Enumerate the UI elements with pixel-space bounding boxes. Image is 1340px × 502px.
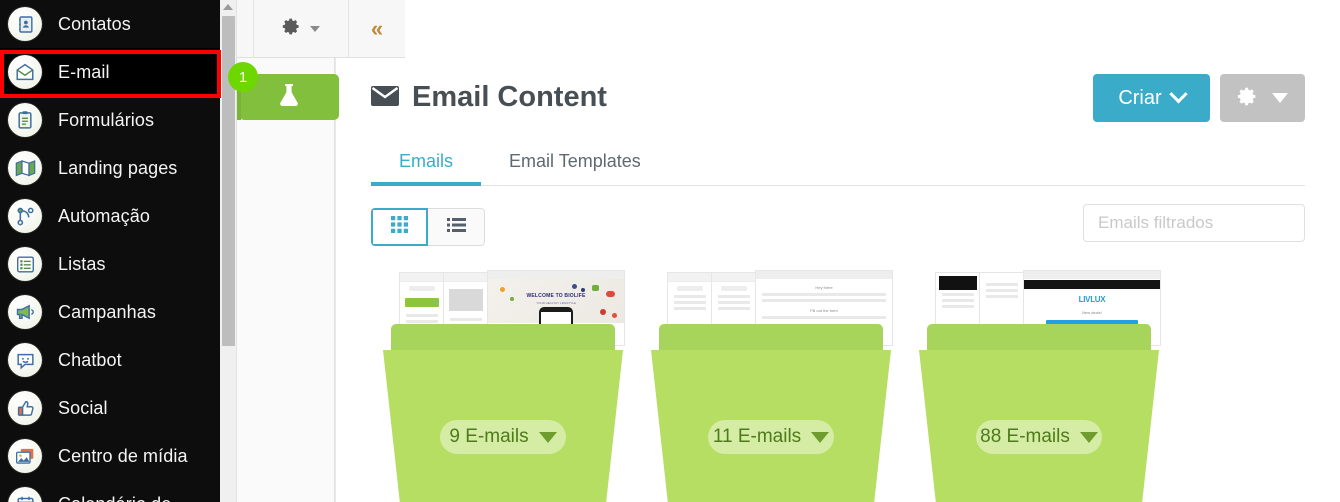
- sidebar-item-label: E-mail: [58, 61, 110, 82]
- folder-card[interactable]: Hey there Fill out the form 11 E-mails: [651, 266, 893, 502]
- email-count-badge[interactable]: 9 E-mails: [440, 420, 566, 454]
- sidebar-item-label: Automação: [58, 205, 150, 226]
- flask-icon: [278, 83, 300, 112]
- grid-view-button[interactable]: [371, 208, 428, 246]
- sidebar-item-landing-pages[interactable]: Landing pages: [0, 144, 220, 192]
- list-icon: [8, 247, 42, 281]
- toolbar-row: [371, 186, 1305, 266]
- create-button-label: Criar: [1118, 86, 1162, 109]
- sidebar-item-automacao[interactable]: Automação: [0, 192, 220, 240]
- app-root: E-mail Filtrar e-mail × GA - 03 - boas- …: [0, 0, 1340, 502]
- email-count-badge[interactable]: 88 E-mails: [976, 420, 1102, 454]
- sidebar-item-listas[interactable]: Listas: [0, 240, 220, 288]
- view-toggle-group: [371, 208, 485, 246]
- caret-down-icon: [1272, 93, 1288, 103]
- email-count-label: 9 E-mails: [449, 426, 529, 447]
- sidebar-item-label: Chatbot: [58, 349, 122, 370]
- double-chevron-left-icon: «: [370, 16, 384, 41]
- sidebar-item-social[interactable]: Social: [0, 384, 220, 432]
- thumbnail-headline: Hey there: [815, 285, 833, 290]
- main-sidebar: Contatos E-mail Formulários Landing page…: [0, 0, 220, 502]
- caret-down-icon: [1079, 431, 1098, 443]
- caret-down-icon: [310, 26, 320, 32]
- mini-settings-dropdown[interactable]: [253, 0, 348, 58]
- tab-bar: Emails Email Templates: [371, 144, 1305, 186]
- scroll-up-arrow-icon[interactable]: [223, 4, 233, 10]
- sidebar-item-label: Contatos: [58, 13, 131, 34]
- email-count-label: 11 E-mails: [712, 426, 802, 447]
- main-content: Email Content Criar Emails Email Templat…: [335, 58, 1340, 502]
- gear-icon: [1237, 86, 1258, 110]
- thumbs-up-icon: [8, 391, 42, 425]
- caret-down-icon: [811, 431, 830, 443]
- envelope-open-icon: [8, 55, 42, 89]
- folder-card[interactable]: WELCOME TO BIOLIFE YOUR HEALTHY LIFESTYL…: [383, 266, 625, 502]
- envelope-icon: [371, 81, 399, 114]
- thumbnail-subtext: Fill out the form: [810, 308, 838, 313]
- email-count-badge[interactable]: 11 E-mails: [708, 420, 834, 454]
- address-book-icon: [8, 7, 42, 41]
- list-view-button[interactable]: [428, 208, 485, 246]
- inner-left-panel: [237, 58, 339, 502]
- folder-card[interactable]: LIVLUX New deals! 88 E-mails: [919, 266, 1161, 502]
- folder-graphic: 9 E-mails: [383, 324, 623, 502]
- thumbnail-subtext: New deals!: [1082, 310, 1102, 315]
- email-count-label: 88 E-mails: [980, 426, 1070, 447]
- gear-icon: [282, 17, 301, 41]
- page-title-text: Email Content: [412, 81, 607, 113]
- thumbnail-subtext: YOUR HEALTHY LIFESTYLE: [536, 301, 576, 305]
- sidebar-item-label: Formulários: [58, 109, 155, 130]
- sidebar-item-calendario[interactable]: Calendário de: [0, 480, 220, 502]
- sidebar-item-contatos[interactable]: Contatos: [0, 0, 220, 48]
- chevron-down-icon: [1168, 84, 1188, 103]
- thumbnail-headline: WELCOME TO BIOLIFE: [526, 293, 586, 299]
- list-view-icon: [446, 217, 466, 238]
- caret-down-icon: [538, 431, 557, 443]
- thumbnail-headline: LIVLUX: [1078, 295, 1106, 304]
- page-title: Email Content: [371, 81, 607, 114]
- map-icon: [8, 151, 42, 185]
- sidebar-item-label: Calendário de: [58, 494, 171, 502]
- sidebar-item-label: Landing pages: [58, 157, 178, 178]
- tab-emails[interactable]: Emails: [371, 144, 482, 186]
- sidebar-item-label: Centro de mídia: [58, 445, 188, 466]
- main-header: Email Content Criar: [336, 58, 1340, 144]
- clipboard-icon: [8, 103, 42, 137]
- automation-branch-icon: [8, 199, 42, 233]
- sidebar-item-label: Campanhas: [58, 301, 156, 322]
- sidebar-item-campanhas[interactable]: Campanhas: [0, 288, 220, 336]
- sidebar-item-label: Listas: [58, 253, 106, 274]
- sidebar-item-email[interactable]: E-mail: [0, 48, 220, 96]
- calendar-icon: [8, 487, 42, 502]
- sidebar-item-chatbot[interactable]: Chatbot: [0, 336, 220, 384]
- folder-card-grid: WELCOME TO BIOLIFE YOUR HEALTHY LIFESTYL…: [371, 266, 1305, 502]
- sidebar-item-centro-de-midia[interactable]: Centro de mídia: [0, 432, 220, 480]
- media-image-icon: [8, 439, 42, 473]
- folder-graphic: 11 E-mails: [651, 324, 891, 502]
- sidebar-item-formularios[interactable]: Formulários: [0, 96, 220, 144]
- create-button[interactable]: Criar: [1093, 74, 1210, 122]
- settings-dropdown-button[interactable]: [1220, 74, 1305, 122]
- tab-email-templates[interactable]: Email Templates: [481, 144, 669, 186]
- megaphone-icon: [8, 295, 42, 329]
- chat-smiley-icon: [8, 343, 42, 377]
- collapse-panel-button[interactable]: «: [348, 0, 405, 58]
- annotation-step-marker: 1: [228, 62, 258, 92]
- sidebar-item-label: Social: [58, 397, 108, 418]
- filter-emails-input[interactable]: [1083, 204, 1305, 242]
- mini-toolbar: «: [237, 0, 405, 58]
- folder-graphic: 88 E-mails: [919, 324, 1159, 502]
- grid-view-icon: [391, 216, 408, 238]
